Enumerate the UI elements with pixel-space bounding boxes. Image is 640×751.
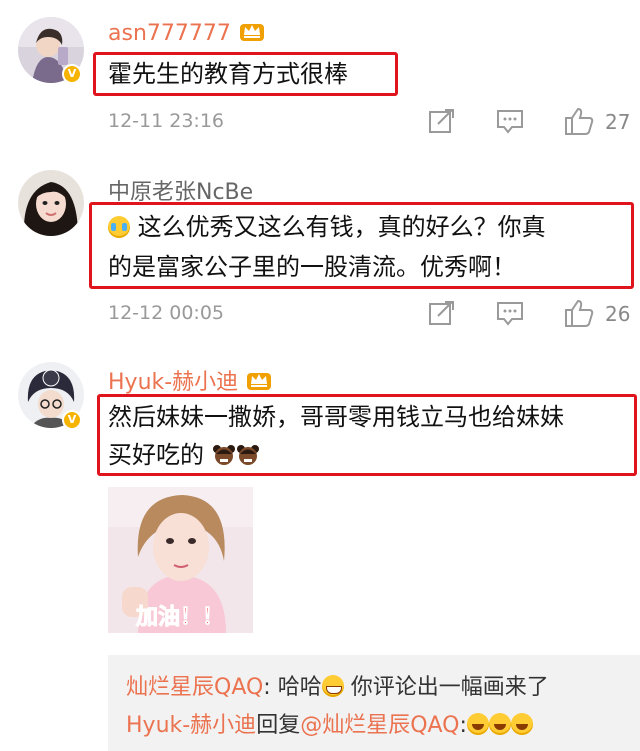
timestamp: 12-12 00:05 [108,302,225,324]
image-caption: 加油！！ [135,605,225,631]
reply-2: Hyuk-赫小迪回复@灿烂星辰QAQ: [126,707,533,739]
like-count: 26 [605,302,631,326]
comment-1: V asn777777 霍先生的教育方式很棒 12-11 23:16 27 [0,0,640,150]
comment-text-line-2: 的是富家公子里的一股清流。优秀啊！ [108,253,516,281]
laugh-emoji-icon [488,713,511,735]
verified-v-icon: V [62,64,82,84]
thumbs-up-icon[interactable] [564,298,594,332]
reply-author[interactable]: 灿烂星辰QAQ [126,675,263,700]
repost-icon[interactable] [428,108,456,138]
laugh-emoji-icon [510,713,533,735]
crown-badge-icon [246,369,272,397]
reply-author[interactable]: Hyuk-赫小迪 [126,713,256,738]
comment-text-line-2: 买好吃的 [108,436,260,478]
reply-1: 灿烂星辰QAQ: 哈哈 你评论出一幅画来了 [126,675,549,700]
repost-icon[interactable] [428,300,456,330]
username[interactable]: Hyuk-赫小迪 [108,364,272,397]
comment-icon[interactable] [496,300,524,330]
girl-emoji-icon [212,440,236,478]
comment-text: 霍先生的教育方式很棒 [108,60,348,88]
girl-emoji-icon [236,440,260,478]
mention-link[interactable]: @灿烂星辰QAQ [300,713,459,738]
username[interactable]: asn777777 [108,20,265,48]
comment-icon[interactable] [496,108,524,138]
avatar[interactable] [18,170,84,236]
like-count: 27 [605,110,631,134]
comment-2: 中原老张NcBe 这么优秀又这么有钱，真的好么？你真 的是富家公子里的一股清流。… [0,150,640,340]
laugh-emoji-icon [466,713,489,735]
grin-emoji-icon [321,675,344,697]
crying-emoji-icon [108,216,130,238]
replies-panel: 灿烂星辰QAQ: 哈哈 你评论出一幅画来了 Hyuk-赫小迪回复@灿烂星辰QAQ… [108,655,640,751]
thumbs-up-icon[interactable] [564,106,594,140]
comment-image[interactable]: 加油！！ [108,487,253,633]
comment-text: 这么优秀又这么有钱，真的好么？你真 [108,208,546,246]
timestamp: 12-11 23:16 [108,110,225,132]
comment-text: 然后妹妹一撒娇，哥哥零用钱立马也给妹妹 [108,403,564,431]
crown-badge-icon [239,20,265,48]
verified-v-icon: V [62,410,82,430]
